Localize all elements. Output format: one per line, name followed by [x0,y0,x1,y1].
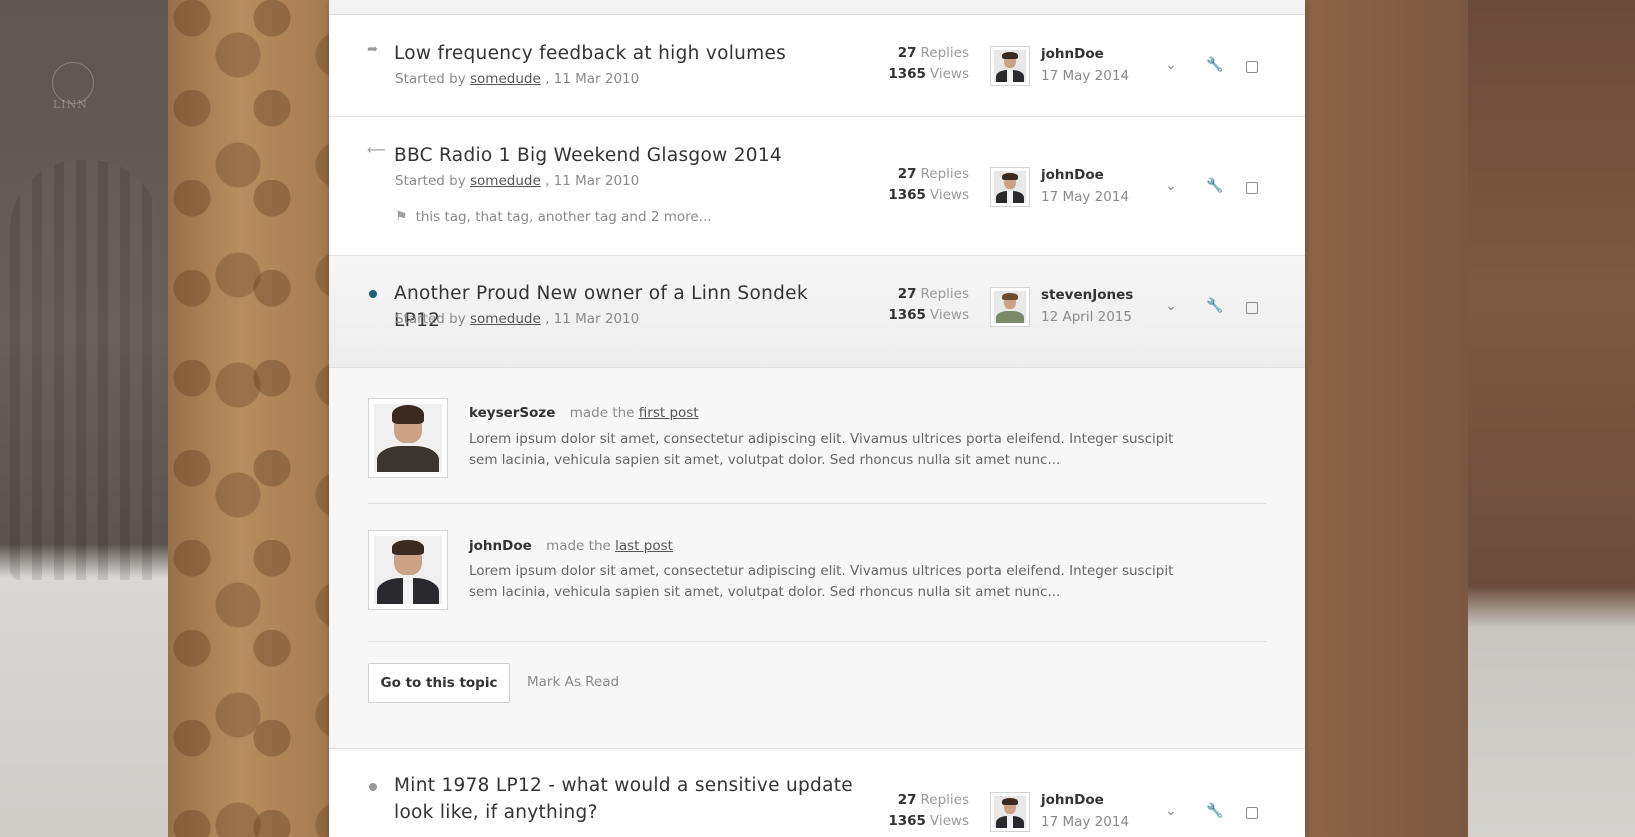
first-poster-avatar[interactable] [368,398,448,478]
first-post-action: made the [569,405,635,421]
topic-stats: 27 Replies 1365 Views [809,164,969,206]
views-count: 1365 [888,66,926,82]
back-arrow-icon: ⟵ [367,143,386,158]
replies-label: Replies [920,286,970,302]
select-checkbox[interactable] [1246,61,1258,73]
topic-row[interactable]: ➦ Low frequency feedback at high volumes… [329,15,1305,117]
views-count: 1365 [888,813,926,829]
linn-logo-text: LINN [53,98,88,111]
topic-meta: Started by somedude , 11 Mar 2010 [395,173,639,189]
last-post-excerpt: Lorem ipsum dolor sit amet, consectetur … [469,563,1174,600]
select-checkbox[interactable] [1246,182,1258,194]
read-dot-icon [369,783,377,791]
topic-date: , 11 Mar 2010 [545,173,640,189]
topic-title[interactable]: Low frequency feedback at high volumes [394,40,854,67]
topic-author-link[interactable]: somedude [470,71,541,87]
topic-row[interactable]: Mint 1978 LP12 - what would a sensitive … [329,748,1305,837]
topic-meta: Started by somedude , 11 Mar 2010 [395,71,639,87]
last-post-date: 17 May 2014 [1041,68,1130,84]
mark-as-read-link[interactable]: Mark As Read [527,674,619,690]
chevron-down-icon[interactable]: ⌄ [1165,803,1177,819]
replies-count: 27 [897,45,917,61]
topic-list-panel: ➦ Low frequency feedback at high volumes… [329,0,1305,837]
views-count: 1365 [888,187,926,203]
chevron-down-icon[interactable]: ⌄ [1165,178,1177,194]
replies-count: 27 [897,166,917,182]
topic-title[interactable]: Mint 1978 LP12 - what would a sensitive … [394,772,854,826]
last-post-action: made the [546,538,611,554]
first-post-excerpt: Lorem ipsum dolor sit amet, consectetur … [469,431,1174,468]
wrench-icon[interactable]: 🔧 [1206,178,1223,194]
topic-list-top-strip [329,0,1305,15]
replies-count: 27 [897,792,917,808]
post-divider [368,641,1266,642]
first-post-header: keyserSoze made the first post [469,405,699,421]
last-post-date: 12 April 2015 [1041,309,1132,325]
chevron-down-icon[interactable]: ⌄ [1165,298,1177,314]
last-post-date: 17 May 2014 [1041,814,1130,830]
topic-stats: 27 Replies 1365 Views [809,790,969,832]
last-poster-name[interactable]: johnDoe [1041,167,1104,183]
last-poster-name[interactable]: johnDoe [1041,46,1104,62]
topic-author-link[interactable]: somedude [470,311,541,327]
last-post-header: johnDoe made the last post [469,538,673,554]
tag-list[interactable]: this tag, that tag, another tag and 2 mo… [416,209,712,225]
topic-stats: 27 Replies 1365 Views [809,43,969,85]
last-poster-avatar[interactable] [990,46,1030,86]
select-checkbox[interactable] [1246,302,1258,314]
background-far-right [1468,0,1635,837]
last-poster-avatar[interactable] [990,167,1030,207]
last-poster-avatar[interactable] [990,792,1030,832]
wrench-icon[interactable]: 🔧 [1206,803,1223,819]
go-to-topic-button[interactable]: Go to this topic [368,663,510,703]
started-by-label: Started by [395,311,466,327]
views-label: Views [929,187,969,203]
started-by-label: Started by [395,71,466,87]
views-count: 1365 [888,307,926,323]
last-poster-name[interactable]: johnDoe [1041,792,1104,808]
replies-count: 27 [897,286,917,302]
post-divider [368,503,1266,504]
first-post-link[interactable]: first post [639,405,699,421]
unread-dot-icon [369,290,377,298]
topic-date: , 11 Mar 2010 [545,311,640,327]
chevron-down-icon[interactable]: ⌄ [1165,57,1177,73]
last-poster-name[interactable]: johnDoe [469,538,532,554]
background-right [1305,0,1468,837]
topic-date: , 11 Mar 2010 [545,71,640,87]
wrench-icon[interactable]: 🔧 [1206,57,1223,73]
views-label: Views [929,813,969,829]
views-label: Views [929,66,969,82]
topic-row[interactable]: ⟵ BBC Radio 1 Big Weekend Glasgow 2014 S… [329,117,1305,256]
topic-meta: Started by somedude , 11 Mar 2010 [395,311,639,327]
last-post-date: 17 May 2014 [1041,189,1130,205]
tags-icon: ⚑ [395,209,408,225]
topic-title[interactable]: BBC Radio 1 Big Weekend Glasgow 2014 [394,142,854,169]
background-pattern-strip [168,0,329,837]
first-poster-name[interactable]: keyserSoze [469,405,555,421]
last-poster-avatar[interactable] [990,287,1030,327]
replies-label: Replies [920,166,970,182]
replies-label: Replies [920,45,970,61]
background-chair [10,160,160,580]
topic-tags: ⚑ this tag, that tag, another tag and 2 m… [395,209,712,225]
select-checkbox[interactable] [1246,807,1258,819]
topic-row-expanded[interactable]: Another Proud New owner of a Linn Sondek… [329,256,1305,368]
wrench-icon[interactable]: 🔧 [1206,298,1223,314]
background-left: LINN [0,0,168,837]
views-label: Views [929,307,969,323]
last-poster-avatar-large[interactable] [368,530,448,610]
replies-label: Replies [920,792,970,808]
topic-stats: 27 Replies 1365 Views [809,284,969,326]
last-poster-name[interactable]: stevenJones [1041,287,1133,303]
topic-preview: keyserSoze made the first post Lorem ips… [329,368,1305,749]
topic-author-link[interactable]: somedude [470,173,541,189]
started-by-label: Started by [395,173,466,189]
last-post-link[interactable]: last post [615,538,673,554]
forward-arrow-icon: ➦ [367,42,378,57]
